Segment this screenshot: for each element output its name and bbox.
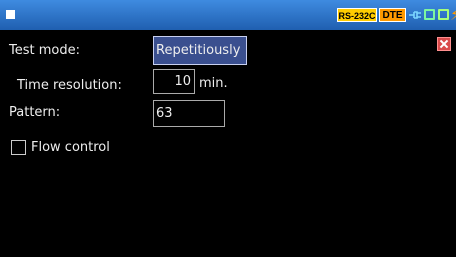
interface-badge: RS-232C bbox=[337, 8, 377, 22]
status-bar: RS-232C DTE ⚡ bbox=[0, 0, 456, 30]
port-icon bbox=[424, 9, 435, 20]
flow-control-label: Flow control bbox=[31, 140, 110, 155]
time-resolution-unit: min. bbox=[199, 76, 228, 91]
time-resolution-label: Time resolution: bbox=[17, 78, 122, 93]
pattern-input[interactable]: 63 bbox=[153, 100, 225, 127]
flow-control-checkbox[interactable] bbox=[11, 140, 26, 155]
time-resolution-input[interactable]: 10 bbox=[153, 69, 195, 94]
mode-badge: DTE bbox=[379, 8, 406, 22]
device-screen: RS-232C DTE ⚡ Test mode: Repetitiously T… bbox=[0, 0, 456, 257]
plug-icon bbox=[409, 11, 421, 19]
battery-bolt-icon: ⚡ bbox=[450, 6, 456, 24]
test-mode-label: Test mode: bbox=[9, 43, 80, 58]
pattern-label: Pattern: bbox=[9, 105, 61, 120]
test-mode-select[interactable]: Repetitiously bbox=[153, 36, 247, 65]
close-button[interactable] bbox=[437, 37, 451, 51]
window-icon bbox=[6, 10, 15, 19]
device-icon bbox=[438, 9, 449, 20]
